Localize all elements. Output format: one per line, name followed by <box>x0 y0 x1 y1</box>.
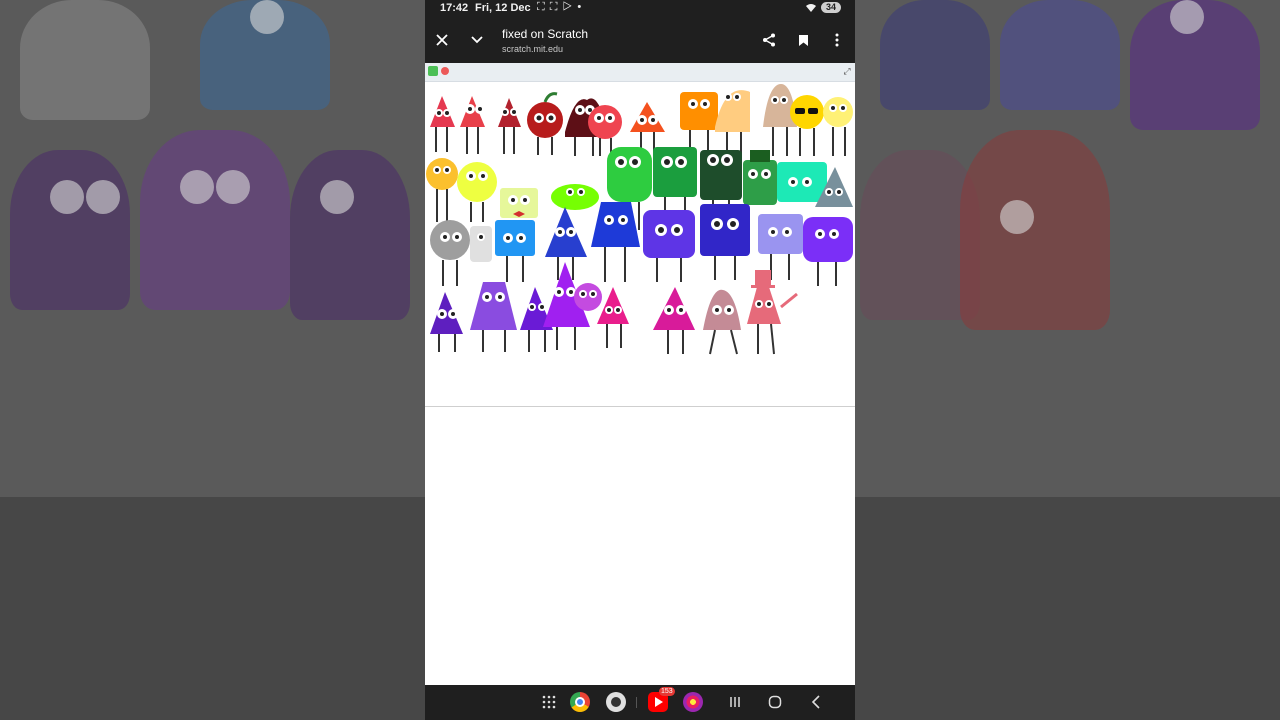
green-hat-character <box>743 150 777 205</box>
status-date: Fri, 12 Dec <box>475 2 531 14</box>
custom-tab-toolbar: fixed on Scratch scratch.mit.edu <box>425 18 855 63</box>
more-vert-icon[interactable] <box>826 29 848 51</box>
back-icon[interactable] <box>805 691 827 713</box>
camera-icon[interactable] <box>605 691 627 713</box>
grey-character <box>430 220 470 286</box>
lime-bowtie-character <box>500 188 538 218</box>
blossom-app-icon[interactable] <box>682 691 704 713</box>
hot-pink-character <box>653 287 695 354</box>
recents-icon[interactable] <box>724 691 746 713</box>
orange-square-character <box>680 92 718 156</box>
page-title: fixed on Scratch <box>502 27 589 41</box>
stage-controls: ⤢ <box>425 63 855 82</box>
salmon-hat-character <box>747 270 798 355</box>
scratch-stage[interactable] <box>425 82 855 407</box>
home-icon[interactable] <box>764 691 786 713</box>
green-blob-character <box>551 184 599 210</box>
stop-icon[interactable] <box>441 67 449 75</box>
violet-character <box>803 217 853 286</box>
status-bar: 17:42 Fri, 12 Dec ⛶ ⛶ ▷ • 34 <box>425 0 855 18</box>
navigation-bar: 153 <box>425 685 855 720</box>
indigo-character-1 <box>643 210 695 282</box>
purple-character-1 <box>430 292 463 352</box>
dock-divider <box>636 697 637 708</box>
notification-icons: ⛶ ⛶ ▷ • <box>537 1 583 13</box>
bookmark-icon[interactable] <box>792 29 814 51</box>
youtube-notification-badge: 153 <box>659 687 675 696</box>
battery-indicator: 34 <box>820 2 841 13</box>
page-url[interactable]: scratch.mit.edu <box>502 44 563 54</box>
purple-character-2 <box>470 282 517 352</box>
light-yellow-character <box>823 97 853 156</box>
wifi-icon <box>805 3 816 12</box>
chrome-icon[interactable] <box>569 691 591 713</box>
page-blank-area <box>425 407 855 685</box>
beige-character <box>763 84 797 156</box>
close-icon[interactable] <box>431 29 453 51</box>
share-icon[interactable] <box>758 29 780 51</box>
status-time: 17:42 <box>440 2 469 14</box>
phone-screen: 17:42 Fri, 12 Dec ⛶ ⛶ ▷ • 34 fixed on Sc… <box>425 0 855 720</box>
peach-character <box>715 90 750 156</box>
character-collage <box>426 84 853 355</box>
blue-trapezoid-character <box>591 202 640 282</box>
orchid-character <box>574 283 602 311</box>
red-character-1 <box>430 96 455 152</box>
lime-yellow-character <box>457 162 497 222</box>
indigo-character-2 <box>700 204 750 280</box>
chevron-down-icon[interactable] <box>466 29 488 51</box>
light-grey-character <box>470 226 492 262</box>
red-character-2 <box>460 96 485 154</box>
green-flag-icon[interactable] <box>428 66 438 76</box>
red-character-3 <box>498 98 521 154</box>
rosy-brown-character <box>703 289 741 355</box>
cherry-character <box>527 92 563 155</box>
fullscreen-icon[interactable]: ⤢ <box>842 66 852 76</box>
app-grid-icon[interactable] <box>538 691 560 713</box>
yellow-blob-character <box>426 158 458 222</box>
youtube-icon[interactable]: 153 <box>647 687 675 713</box>
teal-character <box>777 162 827 202</box>
blue-square-character <box>495 220 535 282</box>
